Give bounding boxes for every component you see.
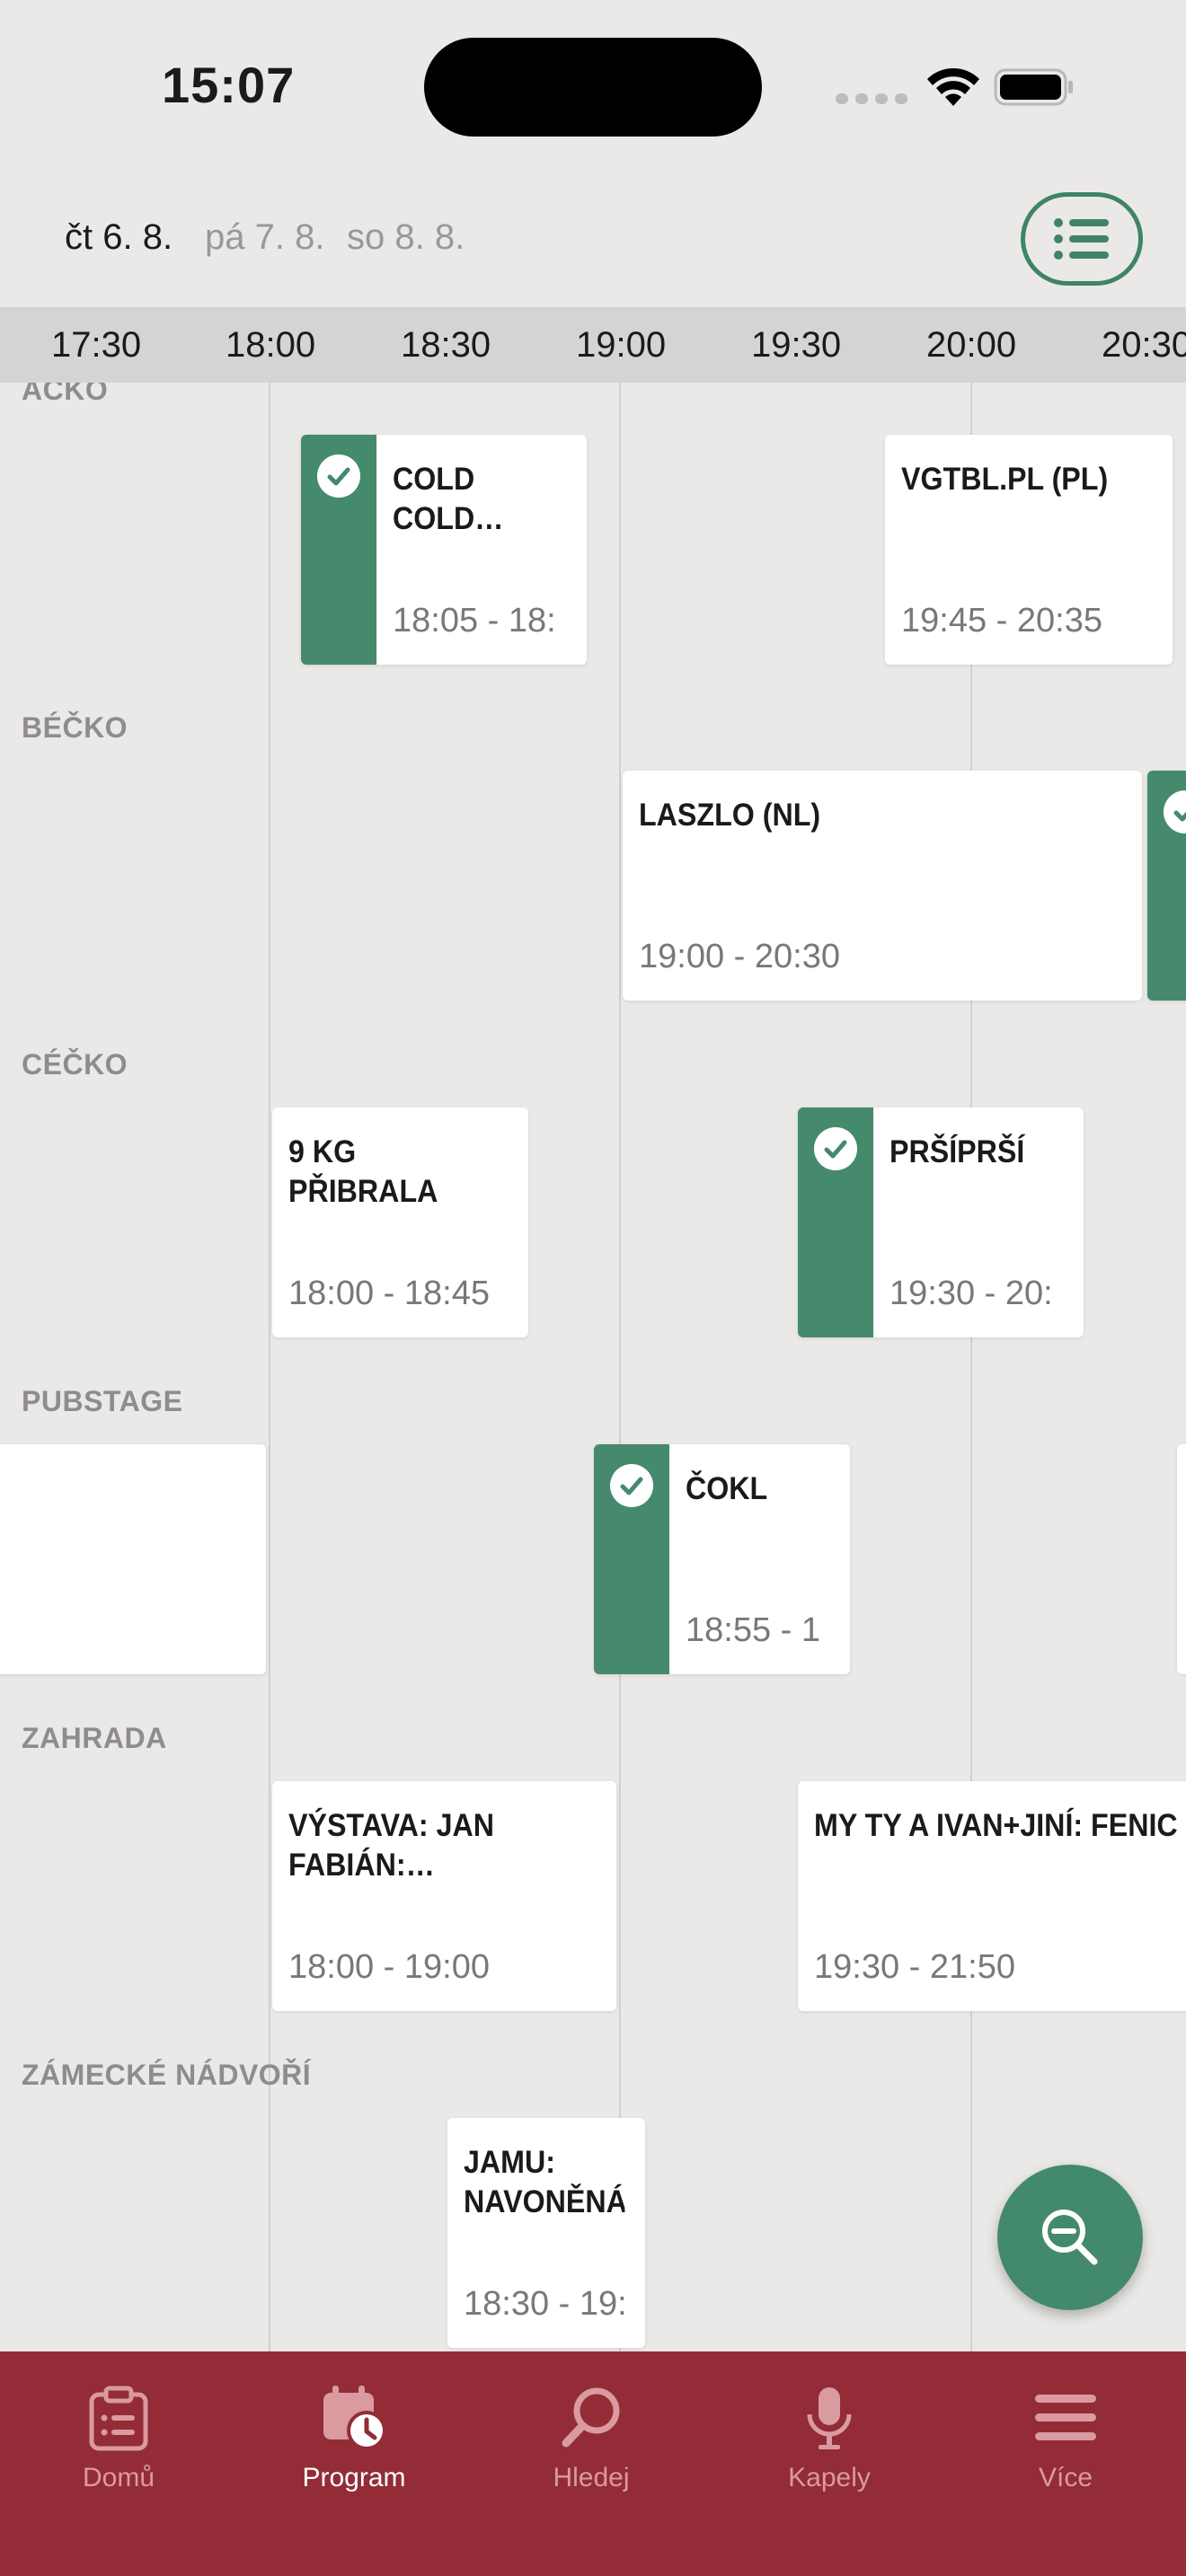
event-card[interactable] [1177,1444,1186,1674]
event-time: 18:05 - 18: [393,602,556,640]
clipboard-list-icon [89,2386,148,2451]
timeline-header: 17:30 18:00 18:30 19:00 19:30 20:00 20:3… [0,307,1186,383]
event-title: VÝSTAVA: JAN FABIÁN: POLYSTYRÉN [288,1808,495,1883]
grid-line [269,383,270,2351]
cellular-signal-icon [836,93,907,106]
event-title: LASZLO (NL) [639,798,821,833]
check-icon [814,1127,857,1170]
event-title: ČOKL [686,1471,768,1506]
day-tab-friday[interactable]: pá 7. 8. [205,217,324,258]
tab-domu[interactable]: Domů [29,2366,208,2501]
tab-label: Domů [82,2463,155,2492]
event-title: PRŠÍPRŠÍ [890,1134,1025,1169]
event-time: 18:30 - 19: [464,2285,627,2323]
tab-kapely[interactable]: Kapely [739,2366,919,2501]
zoom-out-icon [1042,2210,1098,2265]
check-icon [610,1464,653,1507]
event-card[interactable]: VÝSTAVA: JAN FABIÁN: POLYSTYRÉN 18:00 - … [272,1781,616,2011]
tab-hledej[interactable]: Hledej [501,2366,681,2501]
stage-label-zahrada: ZAHRADA [22,1722,167,1754]
microphone-icon [807,2387,852,2449]
event-card[interactable]: VGTBL.PL (PL) 19:45 - 20:35 [885,435,1173,665]
time-label: 17:30 [51,325,142,365]
stage-label-zamecke-nadvori: ZÁMECKÉ NÁDVOŘÍ [22,2059,312,2091]
event-card[interactable]: PRŠÍPRŠÍ 19:30 - 20: [798,1107,1084,1337]
wifi-icon [927,67,979,106]
event-time: 19:00 - 20:30 [639,938,840,975]
event-title: MY TY A IVAN+JINÍ: FENIC [814,1808,1178,1843]
stage-label-cecko: CÉČKO [22,1048,128,1081]
event-time: 18:00 - 18:45 [288,1275,490,1312]
tab-program[interactable]: Program [264,2366,444,2501]
event-card[interactable]: LASZLO (NL) 19:00 - 20:30 [623,771,1142,1001]
event-time: 19:30 - 20: [890,1275,1053,1312]
dynamic-island [424,38,762,137]
day-selector: čt 6. 8. pá 7. 8. so 8. 8. [0,180,1186,305]
stage-label-acko: ÁČKO [22,383,109,406]
time-label: 19:00 [576,325,667,365]
event-time: 19:30 - 21:50 [814,1948,1015,1986]
day-tab-saturday[interactable]: so 8. 8. [347,217,465,258]
day-tab-thursday[interactable]: čt 6. 8. [65,217,173,258]
grid-line [970,383,972,2351]
event-time: 18:00 - 19:00 [288,1948,490,1986]
tab-label: Více [1038,2463,1093,2492]
time-label: 18:30 [401,325,491,365]
event-card[interactable]: MY TY A IVAN+JINÍ: FENIC 19:30 - 21:50 [798,1781,1186,2011]
menu-icon [1035,2395,1096,2440]
calendar-clock-icon [323,2386,386,2450]
event-title: VGTBL.PL (PL) [901,462,1109,497]
tab-bar: Domů Program Hledej Kapely Více [0,2351,1186,2576]
event-card[interactable]: 9 KG PŘIBRALA 18:00 - 18:45 [272,1107,528,1337]
search-icon [562,2387,620,2448]
tab-label: Hledej [553,2463,630,2492]
event-card[interactable]: COLD COLD NIGHTS 18:05 - 18: [301,435,587,665]
tab-label: Program [302,2463,406,2492]
status-time: 15:07 [162,57,296,113]
time-label: 20:30 [1102,325,1186,365]
status-bar: 15:07 [0,0,1186,171]
check-icon [317,454,360,498]
tab-label: Kapely [788,2463,871,2492]
event-title: JAMU: NAVONĚNÁ [464,2145,625,2219]
event-card[interactable]: JAMU: NAVONĚNÁ 18:30 - 19: [447,2118,645,2348]
event-title: 9 KG PŘIBRALA [288,1134,438,1209]
grid-line [619,383,621,2351]
time-label: 18:00 [226,325,316,365]
tab-vice[interactable]: Více [976,2366,1155,2501]
list-icon [1054,218,1109,260]
time-label: 20:00 [926,325,1017,365]
time-label: 19:30 [751,325,842,365]
event-time: 19:45 - 20:35 [901,602,1102,640]
event-title: COLD COLD NIGHTS [393,462,475,536]
event-card[interactable] [1147,771,1186,1001]
stage-label-pubstage: PUBSTAGE [22,1385,183,1417]
list-view-button[interactable] [1021,192,1143,286]
schedule-grid[interactable]: ÁČKO BÉČKO CÉČKO PUBSTAGE ZAHRADA ZÁMECK… [0,383,1186,2351]
zoom-out-button[interactable] [997,2165,1143,2310]
event-time: 18:55 - 1 [686,1611,820,1649]
event-card[interactable]: ČOKL 18:55 - 1 [594,1444,850,1674]
event-card[interactable] [0,1444,266,1674]
battery-icon [994,68,1073,106]
stage-label-becko: BÉČKO [22,711,128,744]
